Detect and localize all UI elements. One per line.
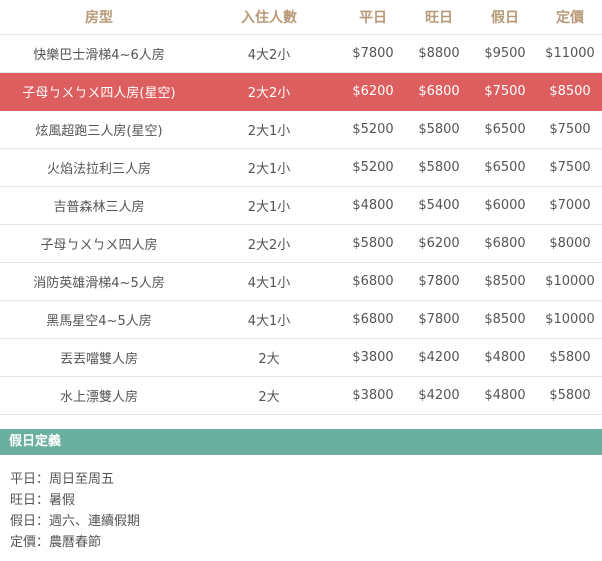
room-name: 丟丟噹雙人房 bbox=[0, 338, 198, 377]
table-row: 炫風超跑三人房(星空) 2大1小 $5200 $5800 $6500 $7500 bbox=[0, 110, 602, 149]
list-price: $8500 bbox=[538, 72, 602, 111]
list-price: $5800 bbox=[538, 338, 602, 377]
table-row-highlighted: 子母ㄅㄨㄅㄨ四人房(星空) 2大2小 $6200 $6800 $7500 $85… bbox=[0, 72, 602, 111]
list-price: $8000 bbox=[538, 224, 602, 263]
weekday-price: $5200 bbox=[340, 110, 406, 149]
peak-price: $7800 bbox=[406, 300, 472, 339]
definition-holiday: 假日：週六、連續假期 bbox=[10, 514, 141, 529]
guest-count: 2大2小 bbox=[198, 72, 340, 111]
room-name: 消防英雄滑梯4~5人房 bbox=[0, 262, 198, 301]
peak-price: $5800 bbox=[406, 148, 472, 187]
table-row: 吉普森林三人房 2大1小 $4800 $5400 $6000 $7000 bbox=[0, 186, 602, 225]
holiday-price: $9500 bbox=[472, 34, 538, 73]
holiday-price: $7500 bbox=[472, 72, 538, 111]
holiday-price: $6800 bbox=[472, 224, 538, 263]
room-name: 水上漂雙人房 bbox=[0, 376, 198, 415]
list-price: $7500 bbox=[538, 110, 602, 149]
peak-price: $5400 bbox=[406, 186, 472, 225]
holiday-price: $6500 bbox=[472, 148, 538, 187]
holiday-price: $8500 bbox=[472, 262, 538, 301]
definition-weekday: 平日：周日至周五 bbox=[10, 472, 115, 487]
holiday-price: $6500 bbox=[472, 110, 538, 149]
weekday-price: $6200 bbox=[340, 72, 406, 111]
room-name: 火焰法拉利三人房 bbox=[0, 148, 198, 187]
table-row: 消防英雄滑梯4~5人房 4大1小 $6800 $7800 $8500 $1000… bbox=[0, 262, 602, 301]
room-name: 子母ㄅㄨㄅㄨ四人房 bbox=[0, 224, 198, 263]
list-price: $10000 bbox=[538, 300, 602, 339]
peak-price: $8800 bbox=[406, 34, 472, 73]
weekday-price: $7800 bbox=[340, 34, 406, 73]
peak-price: $4200 bbox=[406, 338, 472, 377]
holiday-price: $8500 bbox=[472, 300, 538, 339]
table-row: 黑馬星空4~5人房 4大1小 $6800 $7800 $8500 $10000 bbox=[0, 300, 602, 339]
guest-count: 4大1小 bbox=[198, 300, 340, 339]
guest-count: 2大1小 bbox=[198, 110, 340, 149]
list-price: $10000 bbox=[538, 262, 602, 301]
header-room-type: 房型 bbox=[0, 0, 198, 35]
holiday-price: $6000 bbox=[472, 186, 538, 225]
list-price: $11000 bbox=[538, 34, 602, 73]
peak-price: $6800 bbox=[406, 72, 472, 111]
guest-count: 2大 bbox=[198, 338, 340, 377]
table-row: 火焰法拉利三人房 2大1小 $5200 $5800 $6500 $7500 bbox=[0, 148, 602, 187]
guest-count: 4大2小 bbox=[198, 34, 340, 73]
holiday-price: $4800 bbox=[472, 338, 538, 377]
room-name: 黑馬星空4~5人房 bbox=[0, 300, 198, 339]
holiday-price: $4800 bbox=[472, 376, 538, 415]
list-price: $5800 bbox=[538, 376, 602, 415]
holiday-definition-list: 平日：周日至周五 旺日：暑假 假日：週六、連續假期 定價：農曆春節 bbox=[0, 455, 602, 553]
weekday-price: $6800 bbox=[340, 262, 406, 301]
guest-count: 2大2小 bbox=[198, 224, 340, 263]
table-header-row: 房型 入住人數 平日 旺日 假日 定價 bbox=[0, 0, 602, 35]
guest-count: 4大1小 bbox=[198, 262, 340, 301]
room-price-table: 房型 入住人數 平日 旺日 假日 定價 快樂巴士滑梯4~6人房 4大2小 $78… bbox=[0, 0, 602, 415]
table-row: 丟丟噹雙人房 2大 $3800 $4200 $4800 $5800 bbox=[0, 338, 602, 377]
guest-count: 2大1小 bbox=[198, 148, 340, 187]
list-price: $7000 bbox=[538, 186, 602, 225]
peak-price: $4200 bbox=[406, 376, 472, 415]
room-name: 炫風超跑三人房(星空) bbox=[0, 110, 198, 149]
header-holiday: 假日 bbox=[472, 0, 538, 35]
peak-price: $6200 bbox=[406, 224, 472, 263]
guest-count: 2大1小 bbox=[198, 186, 340, 225]
header-guests: 入住人數 bbox=[198, 0, 340, 35]
weekday-price: $5800 bbox=[340, 224, 406, 263]
guest-count: 2大 bbox=[198, 376, 340, 415]
header-peak: 旺日 bbox=[406, 0, 472, 35]
room-name: 快樂巴士滑梯4~6人房 bbox=[0, 34, 198, 73]
room-name: 吉普森林三人房 bbox=[0, 186, 198, 225]
room-name: 子母ㄅㄨㄅㄨ四人房(星空) bbox=[0, 72, 198, 111]
header-list-price: 定價 bbox=[538, 0, 602, 35]
definition-peak: 旺日：暑假 bbox=[10, 493, 76, 508]
peak-price: $7800 bbox=[406, 262, 472, 301]
weekday-price: $5200 bbox=[340, 148, 406, 187]
peak-price: $5800 bbox=[406, 110, 472, 149]
holiday-definition-title: 假日定義 bbox=[0, 429, 602, 455]
table-row: 水上漂雙人房 2大 $3800 $4200 $4800 $5800 bbox=[0, 376, 602, 415]
weekday-price: $3800 bbox=[340, 338, 406, 377]
list-price: $7500 bbox=[538, 148, 602, 187]
definition-list-price: 定價：農曆春節 bbox=[10, 535, 102, 550]
weekday-price: $3800 bbox=[340, 376, 406, 415]
table-row: 快樂巴士滑梯4~6人房 4大2小 $7800 $8800 $9500 $1100… bbox=[0, 34, 602, 73]
weekday-price: $4800 bbox=[340, 186, 406, 225]
table-row: 子母ㄅㄨㄅㄨ四人房 2大2小 $5800 $6200 $6800 $8000 bbox=[0, 224, 602, 263]
header-weekday: 平日 bbox=[340, 0, 406, 35]
weekday-price: $6800 bbox=[340, 300, 406, 339]
